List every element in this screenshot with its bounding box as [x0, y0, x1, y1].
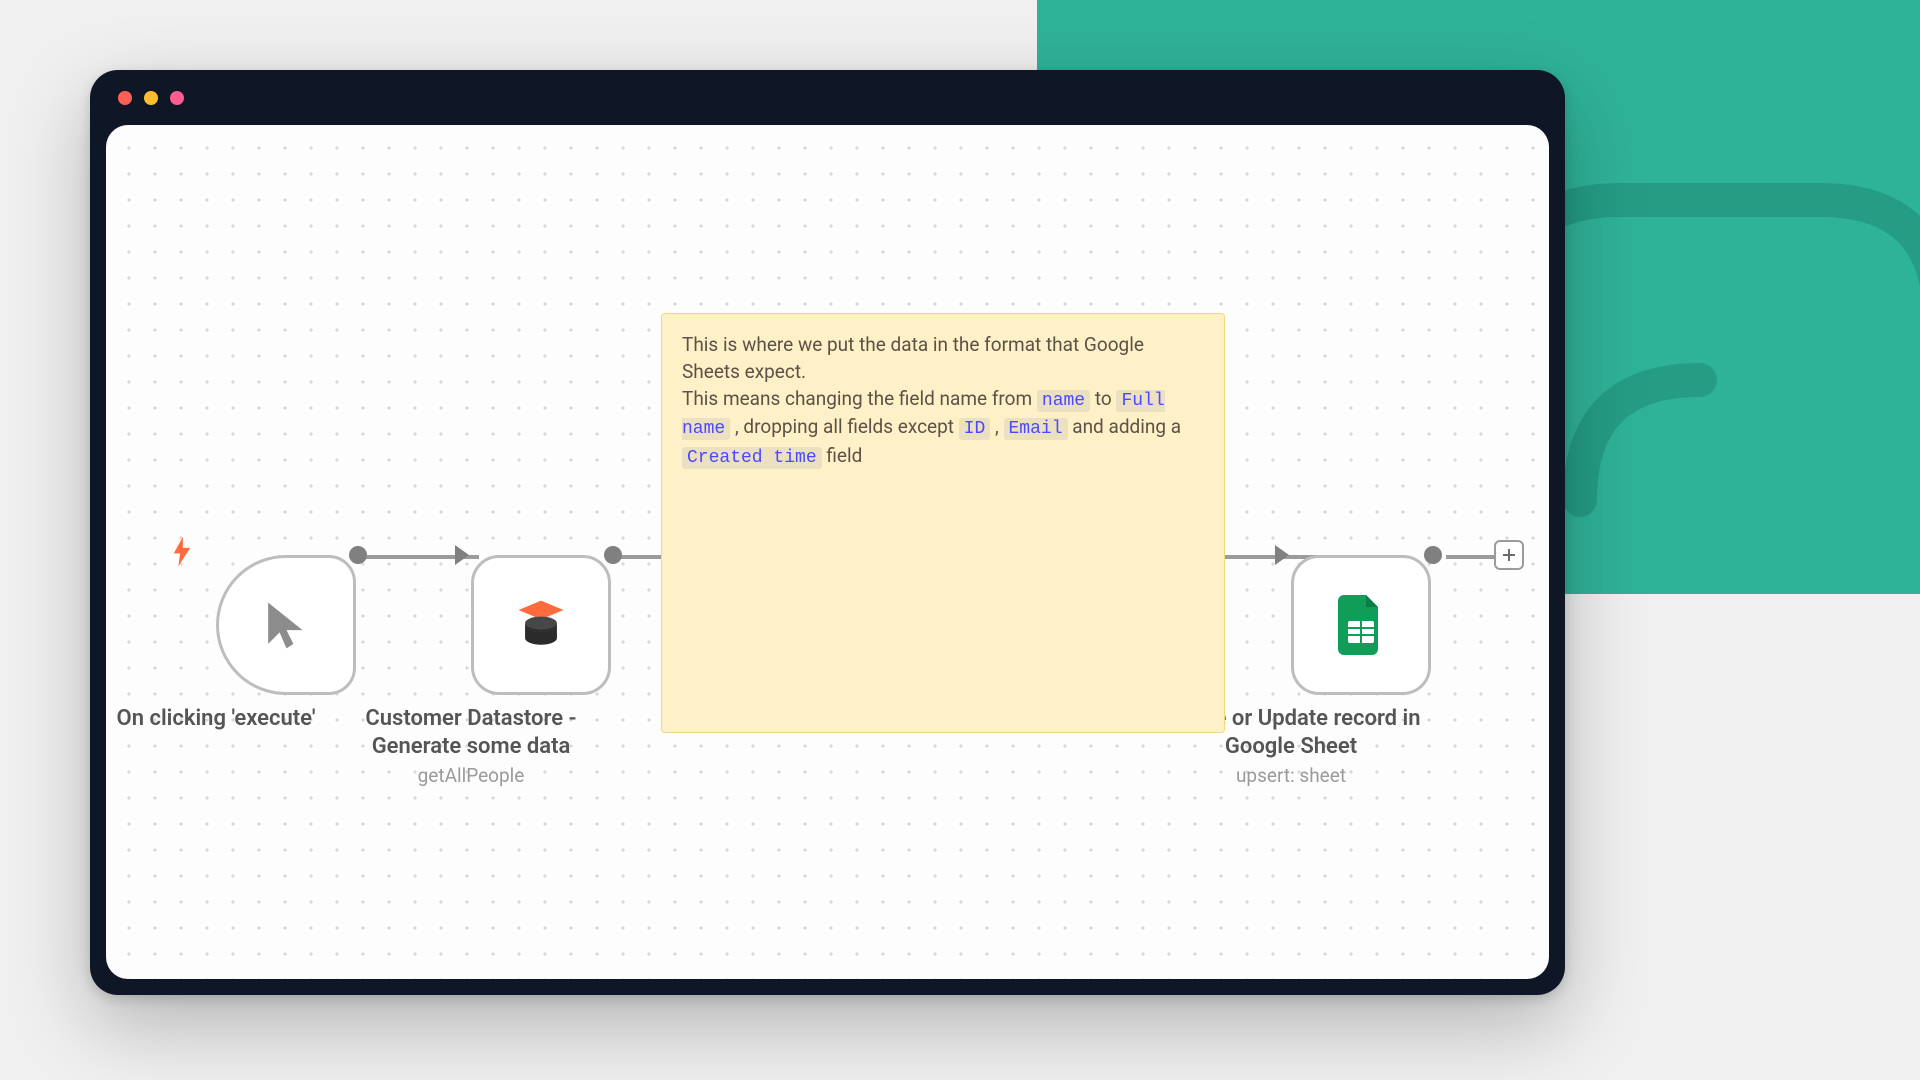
input-port[interactable] [455, 545, 469, 565]
bolt-icon [171, 537, 193, 574]
code-token-name: name [1037, 390, 1090, 412]
code-token-id: ID [959, 418, 991, 440]
input-port[interactable] [1275, 545, 1289, 565]
node-subtitle: getAllPeople [336, 764, 606, 788]
sticky-text: This is where we put the data in the for… [682, 333, 1144, 383]
node-trigger[interactable] [216, 555, 356, 695]
sticky-text: field [826, 444, 862, 467]
output-port[interactable] [604, 546, 622, 564]
add-node-button[interactable] [1494, 540, 1524, 570]
code-token-email: Email [1004, 418, 1068, 440]
output-port[interactable] [349, 546, 367, 564]
node-subtitle: upsert: sheet [1151, 764, 1431, 788]
node-label: On clicking 'execute' [106, 705, 346, 733]
plus-icon [1501, 547, 1517, 563]
datastore-icon [511, 595, 571, 655]
output-port[interactable] [1424, 546, 1442, 564]
node-title: On clicking 'execute' [117, 706, 316, 731]
window-minimize-icon[interactable] [144, 91, 158, 105]
cursor-icon [259, 598, 314, 653]
node-title: Customer Datastore - Generate some data [365, 706, 576, 759]
sticky-text: , dropping all fields except [735, 415, 959, 438]
node-google-sheets[interactable] [1291, 555, 1431, 695]
code-token-created: Created time [682, 447, 822, 469]
google-sheets-icon [1338, 595, 1384, 655]
sticky-text: This means changing the field name from [682, 387, 1037, 410]
window-zoom-icon[interactable] [170, 91, 184, 105]
app-window: This is where we put the data in the for… [90, 70, 1565, 995]
node-label: Customer Datastore - Generate some data … [336, 705, 606, 788]
workflow-canvas[interactable]: This is where we put the data in the for… [106, 125, 1549, 979]
node-datastore[interactable] [471, 555, 611, 695]
sticky-text: to [1095, 387, 1117, 410]
sticky-note[interactable]: This is where we put the data in the for… [661, 313, 1225, 733]
connector[interactable] [1446, 555, 1501, 559]
sticky-text: and adding a [1072, 415, 1181, 438]
window-titlebar [90, 70, 1565, 125]
window-close-icon[interactable] [118, 91, 132, 105]
sticky-text: , [995, 415, 1003, 438]
